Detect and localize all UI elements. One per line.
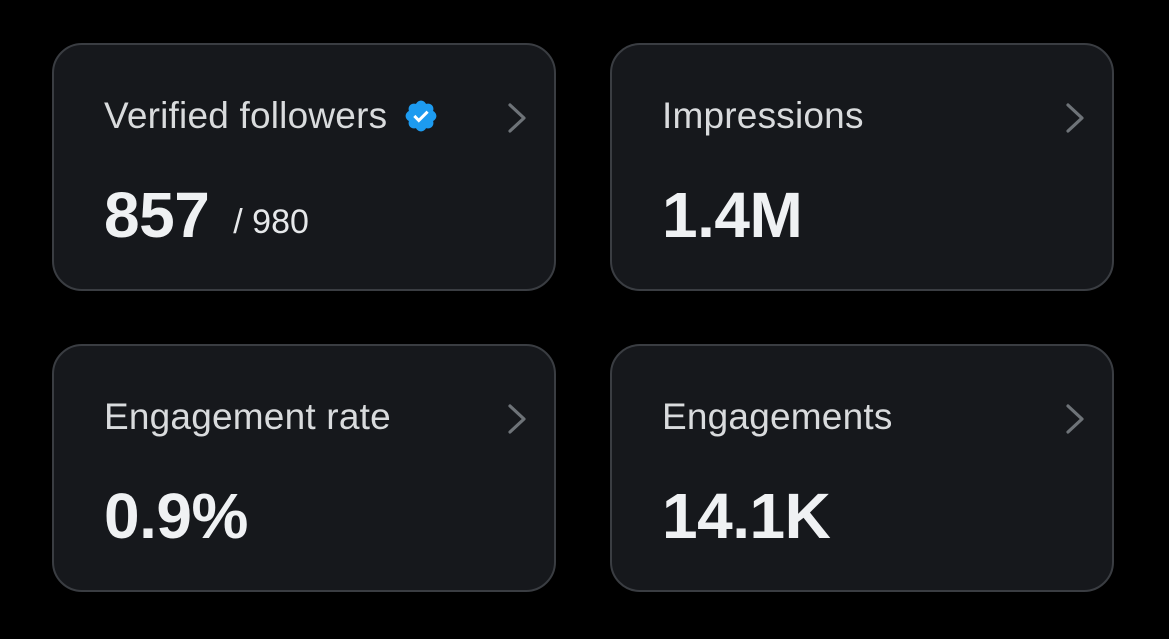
card-value-wrapper: 857/ 980 [104, 183, 309, 254]
card-label: Verified followers [104, 95, 388, 136]
card-value: 1.4M [662, 179, 803, 251]
chevron-right-icon[interactable] [1062, 402, 1088, 436]
card-label: Engagement rate [104, 396, 391, 437]
card-value: 0.9% [104, 480, 248, 552]
card-label-wrapper: Engagement rate [104, 396, 391, 438]
card-total: / 980 [233, 203, 309, 241]
impressions-card[interactable]: Impressions 1.4M [610, 43, 1114, 291]
card-value: 857 [104, 179, 210, 251]
chevron-right-icon[interactable] [504, 101, 530, 135]
metrics-grid: Verified followers 857/ 980 Impressions … [0, 0, 1169, 639]
chevron-right-icon[interactable] [1062, 101, 1088, 135]
card-label-wrapper: Verified followers [104, 95, 439, 137]
engagement-rate-card[interactable]: Engagement rate 0.9% [52, 344, 556, 592]
chevron-right-icon[interactable] [504, 402, 530, 436]
card-value: 14.1K [662, 480, 831, 552]
verified-followers-card[interactable]: Verified followers 857/ 980 [52, 43, 556, 291]
card-label: Engagements [662, 396, 893, 437]
card-label: Impressions [662, 95, 864, 136]
card-label-wrapper: Engagements [662, 396, 893, 438]
verified-badge-icon [405, 100, 437, 132]
card-label-wrapper: Impressions [662, 95, 864, 137]
engagements-card[interactable]: Engagements 14.1K [610, 344, 1114, 592]
